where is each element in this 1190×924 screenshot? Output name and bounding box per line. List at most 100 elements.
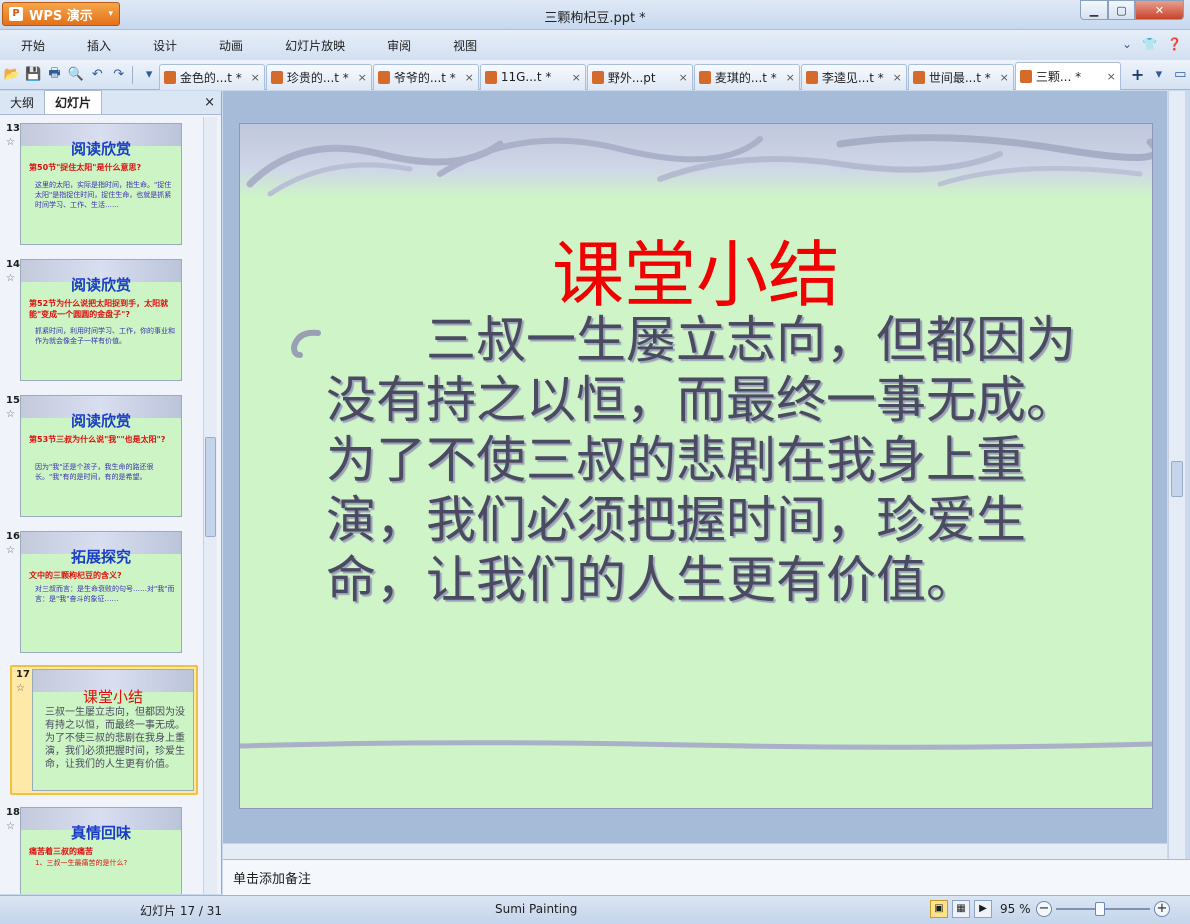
ppt-file-icon xyxy=(912,70,925,84)
thumbnail-question: 第53节三叔为什么说"我""也是太阳"? xyxy=(29,435,166,444)
notes-pane[interactable]: 单击添加备注 xyxy=(223,859,1190,895)
thumbnail-body: 三叔一生屡立志向，但都因为没有持之以恒，而最终一事无成。为了不使三叔的悲剧在我身… xyxy=(45,707,185,770)
open-folder-icon[interactable]: 📂 xyxy=(2,65,21,85)
slide-thumbnail[interactable]: 14 ☆ 阅读欣赏 第52节为什么说把太阳捉到手，太阳就能"变成一个圆圆的金盘子… xyxy=(6,259,200,385)
doc-tab-label: 爷爷的...t * xyxy=(393,70,456,85)
pane-scrollbar[interactable] xyxy=(203,117,217,894)
save-icon[interactable]: 💾 xyxy=(23,65,42,85)
slide-sorter-view-icon[interactable]: ▦ xyxy=(952,900,970,918)
close-tab-icon[interactable]: × xyxy=(572,71,581,84)
ppt-file-icon xyxy=(698,70,711,84)
thumbnail-title: 拓展探究 xyxy=(70,548,131,566)
thumbnail-preview: 阅读欣赏 第53节三叔为什么说"我""也是太阳"? 因为"我"还是个孩子，我生命… xyxy=(20,395,182,517)
slideshow-view-icon[interactable]: ▶ xyxy=(974,900,992,918)
ppt-file-icon xyxy=(377,70,390,84)
close-tab-icon[interactable]: × xyxy=(1000,71,1009,84)
normal-view-icon[interactable]: ▣ xyxy=(930,900,948,918)
thumbnail-answer: 对三叔而言：是生命衰败的句号……对"我"而言：是"我"奋斗的象征…… xyxy=(35,585,175,603)
slide-thumbnail-selected[interactable]: 17 ☆ 课堂小结 三叔一生屡立志向，但都因为没有持之以恒，而最终一事无成。为了… xyxy=(10,665,198,795)
star-icon: ☆ xyxy=(6,273,15,284)
slide-vertical-scrollbar[interactable] xyxy=(1168,91,1185,859)
doc-tab[interactable]: 11G...t * × xyxy=(479,63,586,90)
doc-tab-label: 金色的...t * xyxy=(179,70,242,85)
chevron-down-icon[interactable]: ⌄ xyxy=(1122,37,1132,51)
customize-toolbar-icon[interactable]: ▾ xyxy=(139,65,158,85)
redo-icon[interactable]: ↷ xyxy=(109,65,128,85)
slide-number: 15 xyxy=(6,395,20,406)
star-icon: ☆ xyxy=(16,683,25,694)
doc-tab[interactable]: 李逵见...t * × xyxy=(800,63,907,90)
doc-tab[interactable]: 爷爷的...t * × xyxy=(372,63,479,90)
ppt-file-icon xyxy=(163,70,176,84)
close-tab-icon[interactable]: × xyxy=(679,71,688,84)
zoom-in-icon[interactable]: + xyxy=(1154,901,1170,917)
slide-thumbnail[interactable]: 13 ☆ 阅读欣赏 第50节"捉住太阳"是什么意思? 这里的太阳，实际是指时间，… xyxy=(6,123,200,249)
menu-insert[interactable]: 插入 xyxy=(66,37,132,54)
menu-design[interactable]: 设计 xyxy=(132,37,198,54)
tab-list-icon[interactable]: ▾ xyxy=(1149,65,1168,85)
minimize-button[interactable]: ▁ xyxy=(1080,0,1108,20)
current-slide[interactable]: 课堂小结 三叔一生屡立志向，但都因为没有持之以恒，而最终一事无成。为了不使三叔的… xyxy=(239,123,1153,809)
close-tab-icon[interactable]: × xyxy=(786,71,795,84)
close-tab-icon[interactable]: × xyxy=(465,71,474,84)
slide-number: 13 xyxy=(6,123,20,134)
slide-horizontal-scrollbar[interactable] xyxy=(223,843,1167,859)
slide-thumbnail[interactable]: 16 ☆ 拓展探究 文中的三颗枸杞豆的含义? 对三叔而言：是生命衰败的句号……对… xyxy=(6,531,200,657)
slide-number: 18 xyxy=(6,807,20,818)
close-tab-icon[interactable]: × xyxy=(893,71,902,84)
close-window-button[interactable]: ✕ xyxy=(1135,0,1184,20)
thumbnail-answer: 因为"我"还是个孩子，我生命的路还很长。"我"有的是时间，有的是希望。 xyxy=(35,463,154,481)
ppt-file-icon xyxy=(484,70,497,84)
close-tab-icon[interactable]: × xyxy=(251,71,260,84)
menu-review[interactable]: 审阅 xyxy=(366,37,432,54)
slide-thumbnail[interactable]: 15 ☆ 阅读欣赏 第53节三叔为什么说"我""也是太阳"? 因为"我"还是个孩… xyxy=(6,395,200,521)
star-icon: ☆ xyxy=(6,137,15,148)
doc-tab[interactable]: 麦琪的...t * × xyxy=(693,63,800,90)
slide-thumbnail[interactable]: 18 ☆ 真情回味 痛苦着三叔的痛苦 1、三叔一生最痛苦的是什么? xyxy=(6,807,200,894)
doc-tab[interactable]: 金色的...t * × xyxy=(158,63,265,90)
slide-body-text[interactable]: 三叔一生屡立志向，但都因为没有持之以恒，而最终一事无成。为了不使三叔的悲剧在我身… xyxy=(326,310,1086,610)
help-icon[interactable]: ❓ xyxy=(1167,37,1182,51)
notes-placeholder[interactable]: 单击添加备注 xyxy=(233,872,311,887)
tab-outline[interactable]: 大纲 xyxy=(0,91,44,114)
doc-tab[interactable]: 世间最...t * × xyxy=(907,63,1014,90)
slide-number: 17 xyxy=(16,669,30,680)
tab-slides[interactable]: 幻灯片 xyxy=(44,90,103,114)
slide-title[interactable]: 课堂小结 xyxy=(240,216,1152,321)
doc-tab-active[interactable]: 三颗... * × xyxy=(1014,61,1121,90)
slides-pane: 大纲 幻灯片 × 13 ☆ 阅读欣赏 第50节"捉住太阳"是什么意思? 这里的太… xyxy=(0,90,222,894)
thumbnail-preview: 阅读欣赏 第50节"捉住太阳"是什么意思? 这里的太阳，实际是指时间，指生命。"… xyxy=(20,123,182,245)
print-preview-icon[interactable]: 🔍 xyxy=(66,65,85,85)
menu-view[interactable]: 视图 xyxy=(432,37,498,54)
ppt-file-icon xyxy=(1019,69,1032,83)
menu-animation[interactable]: 动画 xyxy=(198,37,264,54)
new-tab-button[interactable]: + xyxy=(1128,65,1147,85)
thumbnail-preview: 真情回味 痛苦着三叔的痛苦 1、三叔一生最痛苦的是什么? xyxy=(20,807,182,894)
menu-slideshow[interactable]: 幻灯片放映 xyxy=(264,37,366,54)
zoom-slider-handle[interactable] xyxy=(1095,902,1105,916)
doc-tab[interactable]: 野外...pt × xyxy=(586,63,693,90)
undo-icon[interactable]: ↶ xyxy=(88,65,107,85)
maximize-button[interactable]: ▢ xyxy=(1108,0,1135,20)
sumi-brush-strokes xyxy=(246,134,1152,197)
slide-canvas-area: 课堂小结 三叔一生屡立志向，但都因为没有持之以恒，而最终一事无成。为了不使三叔的… xyxy=(223,91,1167,843)
close-pane-icon[interactable]: × xyxy=(204,95,215,110)
toolbar-divider xyxy=(132,65,134,84)
doc-tab[interactable]: 珍贵的...t * × xyxy=(265,63,372,90)
scrollbar-thumb[interactable] xyxy=(205,437,216,537)
window-layout-icon[interactable]: ▭ xyxy=(1171,65,1190,85)
shirt-skin-icon[interactable]: 👕 xyxy=(1142,37,1157,51)
ppt-file-icon xyxy=(591,70,604,84)
document-title: 三颗枸杞豆.ppt * xyxy=(544,11,646,26)
thumbnail-question: 文中的三颗枸杞豆的含义? xyxy=(29,571,122,580)
close-tab-icon[interactable]: × xyxy=(1107,70,1116,83)
close-tab-icon[interactable]: × xyxy=(358,71,367,84)
menu-home[interactable]: 开始 xyxy=(0,37,66,54)
zoom-level[interactable]: 95 % xyxy=(1000,902,1031,916)
thumbnail-question: 痛苦着三叔的痛苦 xyxy=(29,847,93,856)
zoom-out-icon[interactable]: − xyxy=(1036,901,1052,917)
print-icon[interactable]: 🖶 xyxy=(45,65,64,85)
scrollbar-thumb[interactable] xyxy=(1171,461,1183,497)
brush-stroke-banner xyxy=(240,124,1152,198)
toolbar: 📂 💾 🖶 🔍 ↶ ↷ ▾ 金色的...t * × 珍贵的...t * × 爷爷的.… xyxy=(0,60,1190,90)
